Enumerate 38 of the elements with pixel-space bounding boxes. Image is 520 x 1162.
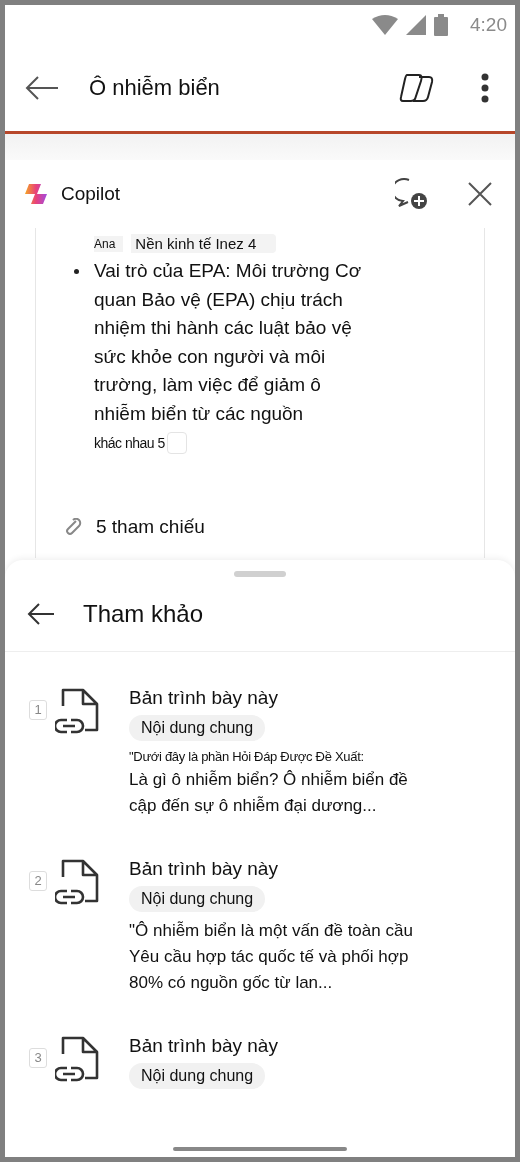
copilot-logo-icon bbox=[23, 182, 49, 206]
battery-icon bbox=[434, 14, 448, 36]
quote-text: "Ô nhiễm biển là một vấn đề toàn cầu Yêu cầu hợp tác quốc tế và phối hợp 80% có nguồn gốc từ lan... bbox=[129, 920, 414, 994]
citation-text: Nền kinh tế Inez 4 bbox=[131, 234, 277, 253]
signal-icon bbox=[406, 15, 426, 35]
reference-number: 3 bbox=[29, 1048, 47, 1068]
copilot-title: Copilot bbox=[61, 183, 122, 205]
new-chat-icon[interactable] bbox=[395, 178, 429, 210]
content-tag: Nội dung chung bbox=[129, 715, 266, 741]
copilot-icon[interactable] bbox=[399, 73, 435, 103]
paperclip-icon bbox=[64, 518, 82, 536]
quote-text: Là gì ô nhiễm biển? Ô nhiễm biển đề cập đến sự ô nhiễm đại dương... bbox=[129, 769, 409, 817]
drag-handle[interactable] bbox=[234, 571, 286, 577]
status-time: 4:20 bbox=[470, 14, 507, 36]
quote-intro: "Dưới đây là phần Hỏi Đáp Được Đề Xuất: bbox=[129, 748, 365, 766]
wifi-icon bbox=[372, 15, 398, 35]
reference-title[interactable]: Bản trình bày này bbox=[129, 687, 278, 709]
document-title: Ô nhiễm biển bbox=[89, 75, 221, 101]
citation-text: khác nhau 5 bbox=[94, 435, 165, 451]
references-link[interactable]: 5 tham chiếu bbox=[96, 516, 205, 538]
linked-document-icon bbox=[55, 686, 99, 736]
reference-number: 1 bbox=[29, 700, 47, 720]
close-icon[interactable] bbox=[467, 181, 493, 207]
sheet-title: Tham khảo bbox=[83, 600, 204, 628]
bullet-text: Vai trò của EPA: Môi trường Cơ quan Bảo vệ (EPA) chịu trách nhiệm thi hành các luật bảo vệ sức khỏe con người và môi trường, làm việc để giảm ô nhiễm biển từ các nguồn bbox=[94, 259, 363, 426]
reference-title[interactable]: Bản trình bày này bbox=[129, 858, 278, 880]
author-name: Ana bbox=[94, 235, 124, 252]
content-tag: Nội dung chung bbox=[129, 1063, 266, 1089]
content-tag: Nội dung chung bbox=[129, 886, 266, 912]
reference-title[interactable]: Bản trình bày này bbox=[129, 1035, 278, 1057]
citation-marker bbox=[166, 432, 187, 454]
linked-document-icon bbox=[55, 1034, 99, 1084]
reference-number: 2 bbox=[29, 871, 47, 891]
back-arrow-icon[interactable] bbox=[27, 602, 55, 626]
bullet-dot bbox=[74, 269, 79, 274]
back-arrow-icon[interactable] bbox=[25, 75, 59, 101]
linked-document-icon bbox=[55, 857, 99, 907]
more-options-icon[interactable] bbox=[481, 73, 489, 103]
